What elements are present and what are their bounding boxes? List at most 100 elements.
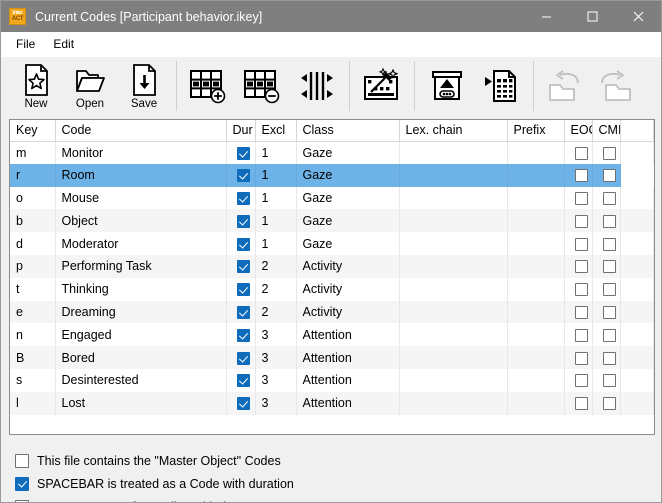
cell-eoc-checkbox[interactable]	[574, 283, 588, 297]
undo-button[interactable]	[539, 57, 593, 115]
cell-eoc[interactable]	[564, 186, 593, 210]
cell-dur-checkbox[interactable]	[237, 351, 250, 365]
cell-cmi-checkbox[interactable]	[602, 192, 616, 206]
cell-code[interactable]: Performing Task	[55, 254, 227, 278]
cell-key[interactable]: d	[10, 232, 56, 255]
cell-key[interactable]: n	[10, 323, 56, 347]
cell-dur[interactable]	[226, 209, 256, 233]
cell-excl[interactable]: 1	[255, 209, 297, 233]
cell-prefix[interactable]	[507, 141, 565, 164]
cell-lex-chain[interactable]	[399, 323, 508, 347]
cell-cmi[interactable]	[592, 391, 621, 415]
table-row[interactable]: s Desinterested 3 Attention	[10, 368, 654, 392]
cell-lex-chain[interactable]	[399, 300, 508, 324]
cell-lex-chain[interactable]	[399, 141, 508, 164]
cell-cmi[interactable]	[592, 209, 621, 233]
cell-dur[interactable]	[226, 232, 256, 255]
cell-prefix[interactable]	[507, 232, 565, 255]
cell-dur-checkbox[interactable]	[237, 169, 250, 183]
maximize-button[interactable]	[569, 1, 615, 32]
cell-cmi-checkbox[interactable]	[602, 397, 616, 411]
cell-lex-chain[interactable]	[399, 368, 508, 392]
cell-code[interactable]: Mouse	[55, 186, 227, 210]
column-header-dur[interactable]: Dur	[226, 120, 256, 142]
cell-dur[interactable]	[226, 368, 256, 392]
remove-row-button[interactable]	[236, 57, 290, 115]
cell-dur[interactable]	[226, 391, 256, 415]
cell-code[interactable]: Moderator	[55, 232, 227, 255]
cell-dur[interactable]	[226, 141, 256, 164]
cell-dur-checkbox[interactable]	[237, 237, 250, 251]
cell-dur[interactable]	[226, 254, 256, 278]
enter-comment-checkbox[interactable]	[15, 499, 29, 502]
cell-code[interactable]: Bored	[55, 346, 227, 369]
cell-eoc-checkbox[interactable]	[574, 374, 588, 388]
cell-dur-checkbox[interactable]	[237, 374, 250, 388]
cell-key[interactable]: r	[10, 163, 56, 187]
cell-dur[interactable]	[226, 186, 256, 210]
cell-eoc[interactable]	[564, 232, 593, 255]
cell-dur-checkbox[interactable]	[237, 146, 250, 160]
menu-item-file[interactable]: File	[7, 35, 44, 53]
redo-button[interactable]	[593, 57, 647, 115]
table-row[interactable]: e Dreaming 2 Activity	[10, 300, 654, 324]
cell-excl[interactable]: 2	[255, 300, 297, 324]
cell-class[interactable]: Gaze	[296, 209, 400, 233]
table-row[interactable]: l Lost 3 Attention	[10, 391, 654, 415]
cell-prefix[interactable]	[507, 163, 565, 187]
cell-cmi-checkbox[interactable]	[602, 306, 616, 320]
cell-dur-checkbox[interactable]	[237, 192, 250, 206]
cell-eoc[interactable]	[564, 209, 593, 233]
cell-excl[interactable]: 2	[255, 277, 297, 301]
cell-eoc-checkbox[interactable]	[574, 397, 588, 411]
cell-lex-chain[interactable]	[399, 391, 508, 415]
cell-excl[interactable]: 1	[255, 141, 297, 164]
cell-cmi[interactable]	[592, 163, 621, 187]
cell-excl[interactable]: 3	[255, 346, 297, 369]
cell-key[interactable]: e	[10, 300, 56, 324]
table-row[interactable]: d Moderator 1 Gaze	[10, 232, 654, 255]
cell-code[interactable]: Desinterested	[55, 368, 227, 392]
cell-cmi[interactable]	[592, 254, 621, 278]
cell-dur[interactable]	[226, 346, 256, 369]
cell-cmi-checkbox[interactable]	[602, 283, 616, 297]
cell-dur-checkbox[interactable]	[237, 397, 250, 411]
cell-dur-checkbox[interactable]	[237, 328, 250, 342]
title-bar[interactable]: inter ACT Current Codes [Participant beh…	[1, 1, 661, 32]
column-header-class[interactable]: Class	[296, 120, 400, 142]
cell-excl[interactable]: 2	[255, 254, 297, 278]
cell-class[interactable]: Activity	[296, 300, 400, 324]
cell-dur-checkbox[interactable]	[237, 283, 250, 297]
cell-eoc-checkbox[interactable]	[574, 260, 588, 274]
cell-dur-checkbox[interactable]	[237, 260, 250, 274]
cell-eoc[interactable]	[564, 254, 593, 278]
cell-dur-checkbox[interactable]	[237, 306, 250, 320]
cell-code[interactable]: Engaged	[55, 323, 227, 347]
close-button[interactable]	[615, 1, 661, 32]
cell-eoc[interactable]	[564, 323, 593, 347]
cell-prefix[interactable]	[507, 277, 565, 301]
cell-excl[interactable]: 3	[255, 391, 297, 415]
cell-key[interactable]: b	[10, 209, 56, 233]
cell-key[interactable]: o	[10, 186, 56, 210]
menu-item-edit[interactable]: Edit	[44, 35, 83, 53]
cell-key[interactable]: p	[10, 254, 56, 278]
cell-cmi[interactable]	[592, 346, 621, 369]
cell-code[interactable]: Room	[55, 163, 227, 187]
cell-prefix[interactable]	[507, 186, 565, 210]
cell-lex-chain[interactable]	[399, 346, 508, 369]
table-row[interactable]: r Room 1 Gaze	[10, 163, 654, 187]
cell-cmi-checkbox[interactable]	[602, 260, 616, 274]
cell-excl[interactable]: 3	[255, 368, 297, 392]
cell-eoc[interactable]	[564, 277, 593, 301]
cell-prefix[interactable]	[507, 368, 565, 392]
cell-cmi[interactable]	[592, 323, 621, 347]
cell-class[interactable]: Attention	[296, 323, 400, 347]
cell-lex-chain[interactable]	[399, 232, 508, 255]
cell-cmi-checkbox[interactable]	[602, 237, 616, 251]
cell-dur[interactable]	[226, 323, 256, 347]
cell-eoc-checkbox[interactable]	[574, 214, 588, 228]
cell-lex-chain[interactable]	[399, 254, 508, 278]
cell-class[interactable]: Gaze	[296, 232, 400, 255]
auto-generate-button[interactable]	[355, 57, 409, 115]
